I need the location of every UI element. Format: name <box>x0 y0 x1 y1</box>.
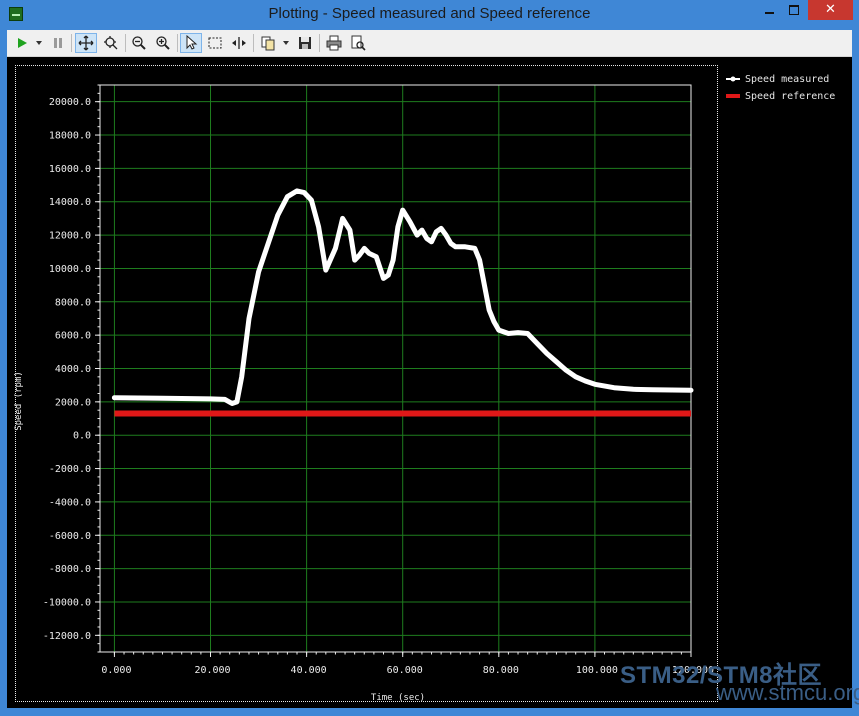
zoom-in-button[interactable] <box>152 33 174 53</box>
y-tick-label: -12000.0 <box>43 631 91 642</box>
rectangle-select-button[interactable] <box>204 33 226 53</box>
plotting-window: Plotting - Speed measured and Speed refe… <box>0 0 859 716</box>
x-tick-label: 40.000 <box>291 665 327 676</box>
print-button[interactable] <box>323 33 345 53</box>
legend-marker-speed-measured <box>730 76 736 82</box>
pause-icon <box>54 38 62 48</box>
y-tick-label: 16000.0 <box>49 164 91 175</box>
split-button[interactable] <box>228 33 250 53</box>
y-tick-label: -2000.0 <box>49 464 91 475</box>
y-tick-label: 14000.0 <box>49 197 91 208</box>
window-title: Plotting - Speed measured and Speed refe… <box>268 5 591 22</box>
y-tick-label: 6000.0 <box>55 331 91 342</box>
zoom-fit-icon <box>104 36 118 50</box>
print-preview-icon <box>351 35 366 51</box>
plot-area[interactable]: 0.000 20.000 40.000 60.000 80.000 100.000 120.… <box>7 57 852 708</box>
legend-item-speed-measured: Speed measured <box>745 74 829 85</box>
select-pointer-button[interactable] <box>180 33 202 53</box>
toolbar <box>7 30 852 57</box>
copy-dropdown-arrow[interactable] <box>283 41 289 45</box>
close-button[interactable]: ✕ <box>808 0 853 20</box>
y-tick-label: 18000.0 <box>49 131 91 142</box>
x-tick-label: 80.000 <box>483 665 519 676</box>
zoom-fit-button[interactable] <box>100 33 122 53</box>
y-tick-label: -4000.0 <box>49 497 91 508</box>
legend: Speed measured Speed reference <box>726 74 835 102</box>
title-bar[interactable]: Plotting - Speed measured and Speed refe… <box>0 0 859 30</box>
pan-icon <box>78 35 94 51</box>
y-tick-label: 12000.0 <box>49 231 91 242</box>
zoom-out-button[interactable] <box>128 33 150 53</box>
zoom-out-icon <box>132 36 146 50</box>
y-tick-label: 8000.0 <box>55 297 91 308</box>
x-tick-label: 100.000 <box>576 665 618 676</box>
play-dropdown-arrow[interactable] <box>36 41 42 45</box>
x-axis-label: Time (sec) <box>371 693 425 703</box>
pan-button[interactable] <box>75 33 97 53</box>
copy-icon <box>261 36 275 51</box>
x-tick-label: 0.000 <box>101 665 131 676</box>
watermark: STM32/STM8社区 www.stmcu.org <box>618 655 859 707</box>
y-tick-label: 20000.0 <box>49 97 91 108</box>
copy-button[interactable] <box>257 33 279 53</box>
y-tick-label: 0.0 <box>73 431 91 442</box>
pause-button[interactable] <box>47 33 69 53</box>
print-preview-button[interactable] <box>347 33 369 53</box>
select-pointer-icon <box>186 35 198 50</box>
save-button[interactable] <box>294 33 316 53</box>
speed-chart[interactable]: 0.000 20.000 40.000 60.000 80.000 100.000 120.… <box>7 57 852 708</box>
split-icon <box>232 37 246 49</box>
y-tick-label: 10000.0 <box>49 264 91 275</box>
y-tick-label: -6000.0 <box>49 531 91 542</box>
save-icon <box>299 37 311 49</box>
rectangle-select-icon <box>208 37 222 49</box>
y-tick-label: 4000.0 <box>55 364 91 375</box>
x-tick-label: 60.000 <box>387 665 423 676</box>
y-tick-label: -8000.0 <box>49 564 91 575</box>
watermark-line2: www.stmcu.org <box>716 680 859 705</box>
play-icon <box>18 38 27 48</box>
print-icon <box>326 35 342 51</box>
zoom-in-icon <box>156 36 170 50</box>
y-tick-label: -10000.0 <box>43 597 91 608</box>
maximize-button[interactable] <box>782 0 806 20</box>
y-tick-label: 2000.0 <box>55 397 91 408</box>
y-axis-label: Speed (rpm) <box>14 371 24 431</box>
x-tick-label: 20.000 <box>194 665 230 676</box>
legend-item-speed-reference: Speed reference <box>745 91 835 102</box>
minimize-button[interactable] <box>757 0 781 20</box>
play-button[interactable] <box>11 33 33 53</box>
